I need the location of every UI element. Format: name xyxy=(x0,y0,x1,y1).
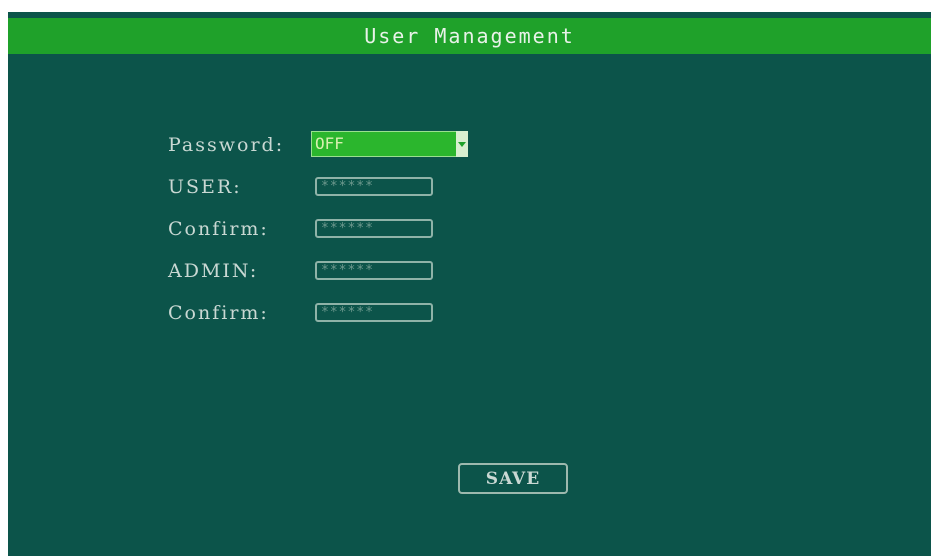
save-button-label: SAVE xyxy=(485,468,541,489)
admin-label: ADMIN: xyxy=(168,260,259,282)
user-label: USER: xyxy=(168,176,242,198)
chevron-down-icon[interactable] xyxy=(456,131,468,157)
password-select[interactable]: OFF xyxy=(311,131,468,157)
admin-confirm-label: Confirm: xyxy=(168,302,269,324)
admin-password-field[interactable]: ****** xyxy=(315,261,433,280)
password-label: Password: xyxy=(168,134,285,156)
admin-confirm-field[interactable]: ****** xyxy=(315,303,433,322)
page-title: User Management xyxy=(364,24,575,48)
password-select-value: OFF xyxy=(315,134,344,153)
user-confirm-field[interactable]: ****** xyxy=(315,219,433,238)
title-bar: User Management xyxy=(8,18,931,54)
user-password-field[interactable]: ****** xyxy=(315,177,433,196)
save-button[interactable]: SAVE xyxy=(458,463,568,494)
user-management-screen: User Management Password: OFF USER: ****… xyxy=(8,12,931,556)
user-confirm-label: Confirm: xyxy=(168,218,269,240)
